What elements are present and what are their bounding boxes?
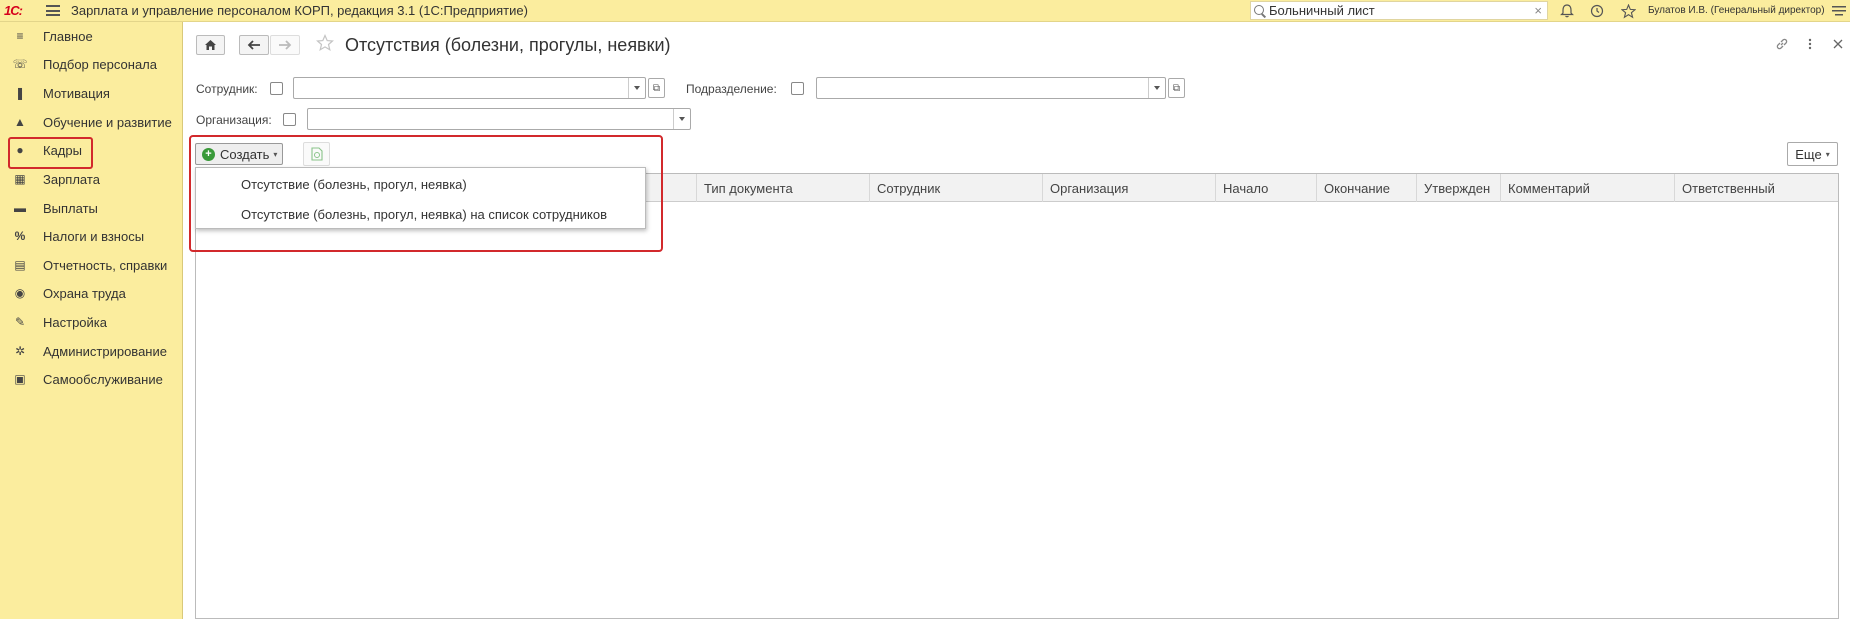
sidebar-item-label: Зарплата: [43, 171, 100, 187]
open-icon[interactable]: ⧉: [648, 78, 665, 98]
sidebar-item-label: Главное: [43, 28, 93, 44]
column-header[interactable]: Ответственный: [1674, 174, 1838, 202]
chevron-down-icon[interactable]: [628, 78, 645, 98]
home-button[interactable]: [196, 35, 225, 55]
gift-icon: ❚: [14, 86, 26, 100]
sidebar-item-admin[interactable]: ✲ Администрирование: [0, 337, 183, 365]
sidebar-item-label: Охрана труда: [43, 285, 126, 301]
graduation-cap-icon: ▲: [14, 115, 26, 129]
percent-icon: %: [14, 229, 26, 243]
id-card-icon: ▣: [14, 372, 26, 386]
sidebar-item-salary[interactable]: ▦ Зарплата: [0, 165, 183, 193]
department-filter-field[interactable]: ⧉: [816, 77, 1185, 99]
more-vertical-icon[interactable]: [1802, 36, 1818, 52]
app-title: Зарплата и управление персоналом КОРП, р…: [71, 3, 528, 18]
search-icon: [1253, 4, 1267, 18]
organization-filter-checkbox[interactable]: [283, 113, 296, 126]
column-header[interactable]: Сотрудник: [869, 174, 1042, 202]
top-bar: 1С: Зарплата и управление персоналом КОР…: [0, 0, 1850, 22]
favorite-star-icon[interactable]: [316, 33, 334, 57]
sidebar-item-label: Самообслуживание: [43, 371, 163, 387]
favorites-star-icon[interactable]: [1619, 2, 1637, 20]
chevron-down-icon[interactable]: [1148, 78, 1165, 98]
chevron-down-icon[interactable]: [673, 109, 690, 129]
sidebar-item-hr[interactable]: ● Кадры: [0, 136, 183, 169]
open-icon[interactable]: ⧉: [1168, 78, 1185, 98]
sidebar-item-label: Отчетность, справки: [43, 257, 168, 273]
sidebar-item-label: Подбор персонала: [43, 56, 157, 72]
organization-filter-field[interactable]: [307, 108, 691, 130]
more-button-label: Еще: [1795, 146, 1822, 162]
highlight-frame: [189, 135, 663, 252]
column-header[interactable]: Комментарий: [1500, 174, 1674, 202]
forward-button[interactable]: [270, 35, 300, 55]
sidebar: ≡ Главное ☏ Подбор персонала ❚ Мотивация…: [0, 22, 183, 619]
sidebar-item-training[interactable]: ▲ Обучение и развитие: [0, 108, 183, 136]
sidebar-item-label: Налоги и взносы: [43, 228, 145, 244]
column-header[interactable]: Тип документа: [696, 174, 869, 202]
sidebar-item-label: Администрирование: [43, 343, 167, 359]
department-filter-label: Подразделение:: [686, 82, 777, 96]
sidebar-item-main[interactable]: ≡ Главное: [0, 22, 183, 50]
column-header[interactable]: Начало: [1215, 174, 1316, 202]
documents-icon: ▤: [14, 258, 26, 272]
app-logo[interactable]: 1С:: [4, 3, 36, 18]
more-button[interactable]: Еще ▾: [1787, 142, 1838, 166]
wrench-icon: ✎: [14, 315, 26, 329]
column-header[interactable]: Организация: [1042, 174, 1215, 202]
employee-filter-checkbox[interactable]: [270, 82, 283, 95]
column-header[interactable]: Утвержден: [1416, 174, 1500, 202]
page-title: Отсутствия (болезни, прогулы, неявки): [345, 35, 671, 55]
sidebar-item-safety[interactable]: ◉ Охрана труда: [0, 279, 183, 307]
bell-icon[interactable]: [1558, 2, 1576, 20]
card-icon: ▬: [14, 201, 26, 215]
main-menu-icon[interactable]: [46, 5, 60, 16]
sidebar-item-reports[interactable]: ▤ Отчетность, справки: [0, 251, 183, 279]
global-search-input[interactable]: Больничный лист ×: [1250, 1, 1548, 20]
sidebar-item-selfservice[interactable]: ▣ Самообслуживание: [0, 365, 183, 393]
sidebar-item-recruitment[interactable]: ☏ Подбор персонала: [0, 50, 183, 78]
organization-filter-label: Организация:: [196, 113, 272, 127]
employee-filter-field[interactable]: ⧉: [293, 77, 665, 99]
close-icon[interactable]: [1830, 36, 1846, 52]
settings-menu-icon[interactable]: [1830, 2, 1848, 20]
employee-filter-label: Сотрудник:: [196, 82, 258, 96]
sidebar-item-label: Выплаты: [43, 200, 98, 216]
user-name[interactable]: Булатов И.В. (Генеральный директор): [1648, 5, 1825, 16]
column-header[interactable]: Окончание: [1316, 174, 1416, 202]
sidebar-item-label: Настройка: [43, 314, 107, 330]
department-filter-checkbox[interactable]: [791, 82, 804, 95]
phone-icon: ☏: [12, 57, 28, 71]
clear-search-icon[interactable]: ×: [1534, 3, 1542, 18]
back-button[interactable]: [239, 35, 269, 55]
chevron-down-icon: ▾: [1825, 149, 1830, 159]
history-icon[interactable]: [1588, 2, 1606, 20]
calculator-icon: ▦: [14, 172, 26, 186]
gear-icon: ✲: [14, 344, 26, 358]
sidebar-item-label: Мотивация: [43, 85, 110, 101]
list-icon: ≡: [16, 29, 24, 43]
sidebar-item-settings[interactable]: ✎ Настройка: [0, 308, 183, 336]
helmet-icon: ◉: [14, 286, 26, 300]
sidebar-item-payments[interactable]: ▬ Выплаты: [0, 194, 183, 222]
sidebar-item-taxes[interactable]: % Налоги и взносы: [0, 222, 183, 250]
search-value[interactable]: Больничный лист: [1269, 3, 1534, 18]
sidebar-item-motivation[interactable]: ❚ Мотивация: [0, 79, 183, 107]
sidebar-item-label: Обучение и развитие: [43, 114, 172, 130]
link-icon[interactable]: [1774, 36, 1790, 52]
main-content: Отсутствия (болезни, прогулы, неявки) Со…: [184, 22, 1850, 619]
